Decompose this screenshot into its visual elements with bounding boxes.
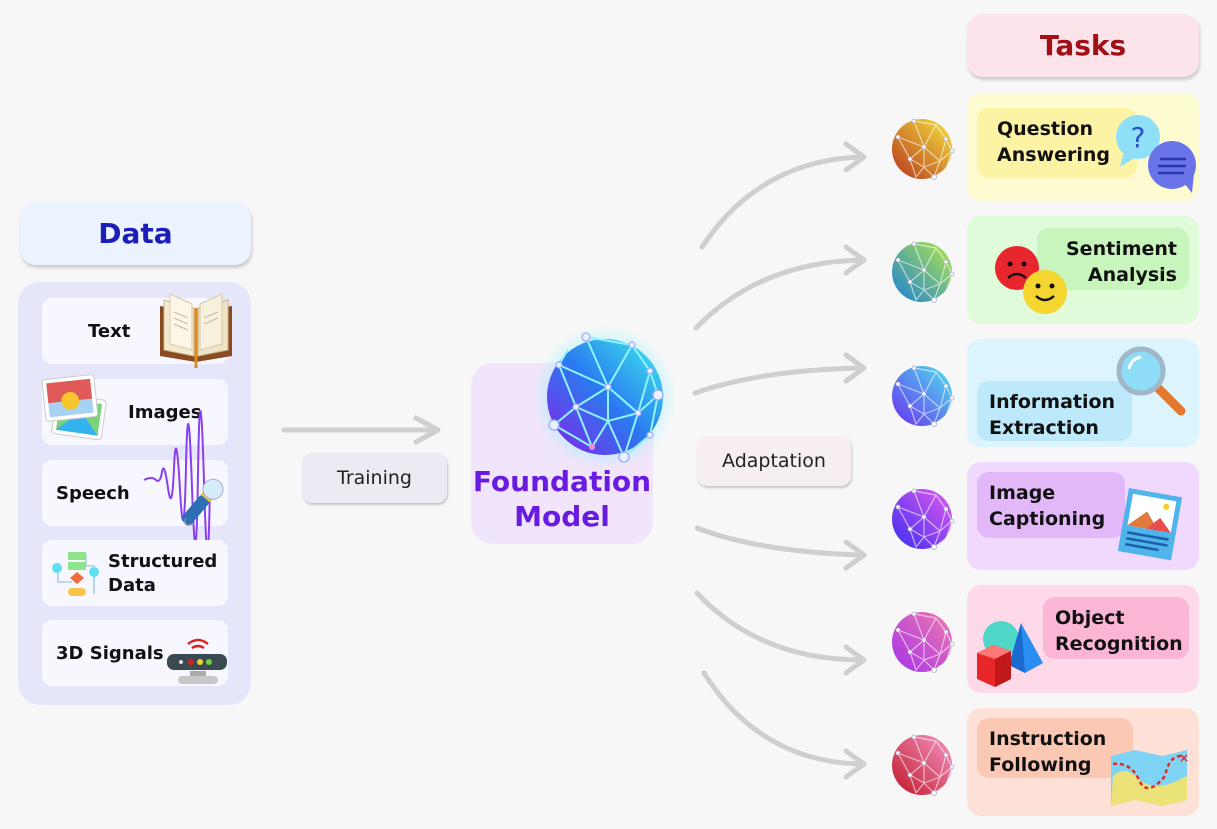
emoji-faces-icon [995, 246, 1067, 314]
adaptation-label: Adaptation [697, 436, 851, 486]
task-label: Image Captioning [977, 472, 1125, 538]
task-information-extraction: Information Extraction [967, 339, 1199, 447]
task-globe-icon [892, 118, 955, 180]
task-label: Information Extraction [977, 381, 1132, 441]
arrow-to-task-6 [701, 670, 865, 767]
tasks-title: Tasks [1039, 29, 1127, 62]
task-instruction-following: Instruction Following × [967, 708, 1199, 816]
task-globe-icon [892, 611, 955, 673]
tasks-header: Tasks [967, 14, 1199, 77]
task-globe-icon [892, 365, 955, 427]
task-globe-icon [892, 241, 955, 303]
label-line: Sentiment [1066, 238, 1177, 260]
magnifier-icon [1116, 346, 1186, 416]
arrow-to-task-4 [694, 525, 865, 558]
label-line: Information [989, 391, 1116, 413]
label-line: Image [989, 482, 1056, 504]
3d-shapes-icon [977, 621, 1043, 687]
label-line: Following [989, 754, 1092, 776]
task-label: Object Recognition [1043, 597, 1189, 659]
label-line: Answering [997, 144, 1110, 166]
arrow-to-task-5 [694, 590, 865, 663]
label-line: Object [1055, 607, 1125, 629]
svg-text:×: × [1179, 751, 1189, 765]
svg-text:?: ? [1131, 121, 1146, 154]
label-line: Recognition [1055, 633, 1183, 655]
arrow-to-task-1 [699, 154, 865, 250]
task-sentiment-analysis: Sentiment Analysis [967, 216, 1199, 324]
image-document-icon [1117, 487, 1183, 561]
label-line: Question [997, 118, 1094, 140]
arrow-to-task-2 [693, 257, 865, 331]
chat-bubbles-icon: ? [1116, 115, 1196, 193]
treasure-map-icon: × [1111, 750, 1189, 806]
task-question-answering: Question Answering ? [967, 93, 1199, 201]
label-line: Analysis [1087, 264, 1177, 286]
label-line: Instruction [989, 728, 1107, 750]
task-image-captioning: Image Captioning [967, 462, 1199, 570]
label-line: Extraction [989, 417, 1099, 439]
task-globe-icon [892, 488, 955, 550]
task-object-recognition: Object Recognition [967, 585, 1199, 693]
task-globe-icon [892, 734, 955, 796]
label-line: Captioning [989, 508, 1106, 530]
arrow-to-task-3 [692, 365, 865, 396]
